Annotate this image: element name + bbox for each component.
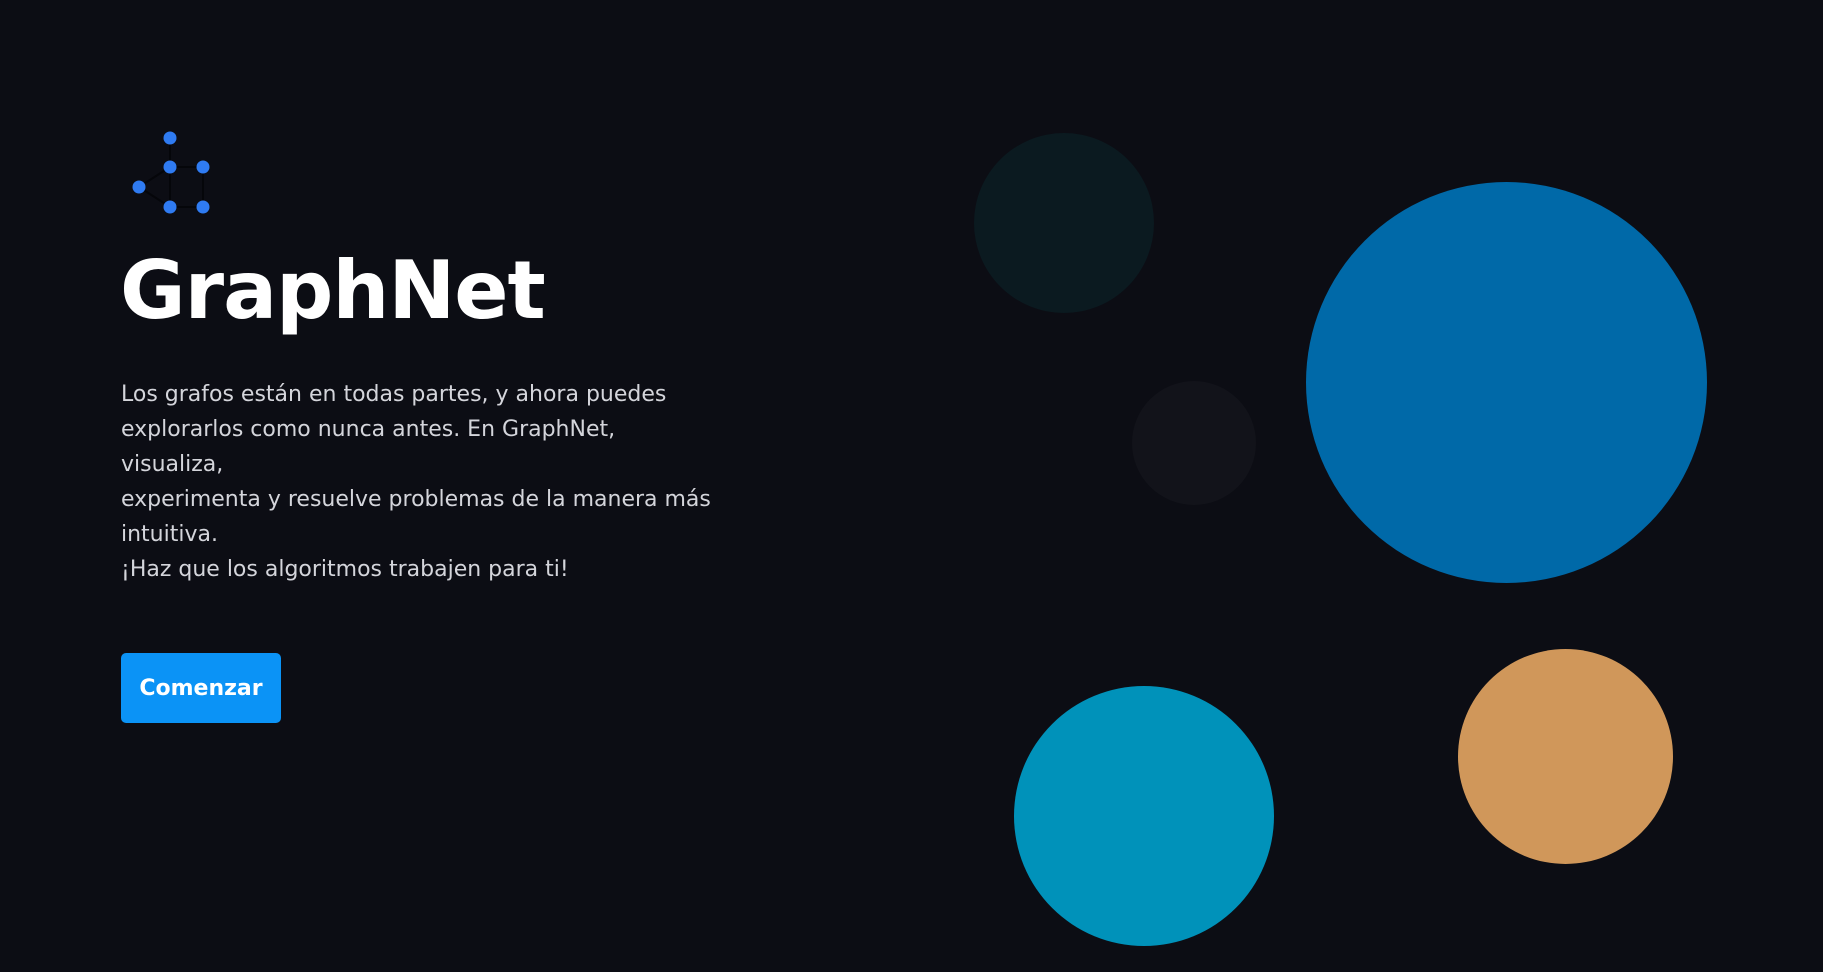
logo-node: [163, 160, 177, 174]
decorative-bubble-orange: [1458, 649, 1673, 864]
landing-page: GraphNet Los grafos están en todas parte…: [0, 0, 1823, 972]
logo-node: [196, 200, 210, 214]
decorative-bubble-blue: [1306, 182, 1707, 583]
decorative-bubble-teal-dark: [974, 133, 1154, 313]
decorative-bubble-cyan: [1014, 686, 1274, 946]
logo-nodes: [132, 131, 210, 214]
description-tagline: ¡Haz que los algoritmos trabajen para ti…: [121, 557, 569, 582]
description-line: explorarlos como nunca antes. En GraphNe…: [121, 417, 616, 477]
logo-node: [196, 160, 210, 174]
hero-description: Los grafos están en todas partes, y ahor…: [121, 377, 721, 587]
logo-node: [163, 200, 177, 214]
logo-node: [132, 180, 146, 194]
logo-node: [163, 131, 177, 145]
decorative-bubble-gray-dark: [1132, 381, 1256, 505]
description-line: experimenta y resuelve problemas de la m…: [121, 487, 711, 512]
graph-network-icon: [132, 131, 210, 214]
description-line: Los grafos están en todas partes, y ahor…: [121, 382, 667, 407]
start-button[interactable]: Comenzar: [121, 653, 281, 723]
page-title: GraphNet: [120, 244, 546, 337]
description-line: intuitiva.: [121, 522, 218, 547]
